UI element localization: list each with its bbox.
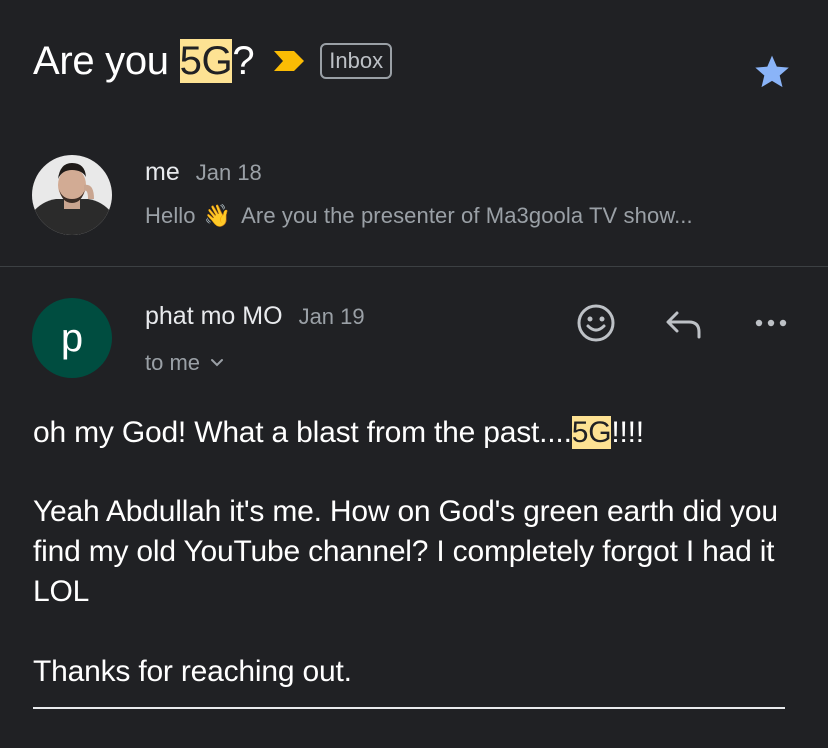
expanded-sender-line: phat mo MO Jan 19 xyxy=(145,302,365,331)
importance-marker-icon[interactable] xyxy=(272,49,306,73)
snippet-greeting: Hello xyxy=(145,203,196,228)
snippet-text: Are you the presenter of Ma3goola TV sho… xyxy=(241,203,693,228)
collapsed-sender-line: me Jan 18 xyxy=(145,158,262,187)
more-options-icon[interactable] xyxy=(749,301,793,345)
chevron-down-icon xyxy=(211,359,224,367)
collapsed-date: Jan 18 xyxy=(195,160,262,185)
thread-header: Are you 5G? Inbox xyxy=(33,36,393,86)
body-highlight: 5G xyxy=(571,416,612,449)
subject-text: Are you xyxy=(33,39,180,83)
expanded-sender-name[interactable]: phat mo MO xyxy=(145,302,283,331)
expanded-date: Jan 19 xyxy=(298,304,365,329)
inbox-label-chip[interactable]: Inbox xyxy=(320,43,393,79)
body-paragraph-3: Thanks for reaching out. xyxy=(33,655,352,688)
waving-hand-icon: 👋 xyxy=(203,203,232,228)
body-p1-text: oh my God! What a blast from the past...… xyxy=(33,416,572,449)
star-icon[interactable] xyxy=(752,52,792,92)
message-divider xyxy=(0,266,828,267)
recipient-label: to me xyxy=(145,350,201,375)
recipient-details-toggle[interactable]: to me xyxy=(145,350,224,376)
sender-avatar[interactable]: p xyxy=(32,298,112,378)
subject-highlight: 5G xyxy=(179,39,233,83)
body-paragraph-2: Yeah Abdullah it's me. How on God's gree… xyxy=(33,495,778,608)
reply-icon[interactable] xyxy=(661,301,705,345)
body-separator xyxy=(33,707,785,709)
message-snippet: Hello 👋 Are you the presenter of Ma3gool… xyxy=(145,203,693,229)
body-p1-suffix: !!!! xyxy=(611,416,644,449)
thread-subject: Are you 5G? xyxy=(33,36,255,86)
subject-suffix: ? xyxy=(232,39,255,83)
emoji-reaction-icon[interactable] xyxy=(574,301,618,345)
collapsed-sender-name: me xyxy=(145,158,180,186)
body-paragraph-1: oh my God! What a blast from the past...… xyxy=(33,413,803,453)
avatar-photo-icon xyxy=(32,155,112,235)
avatar[interactable] xyxy=(32,155,112,235)
